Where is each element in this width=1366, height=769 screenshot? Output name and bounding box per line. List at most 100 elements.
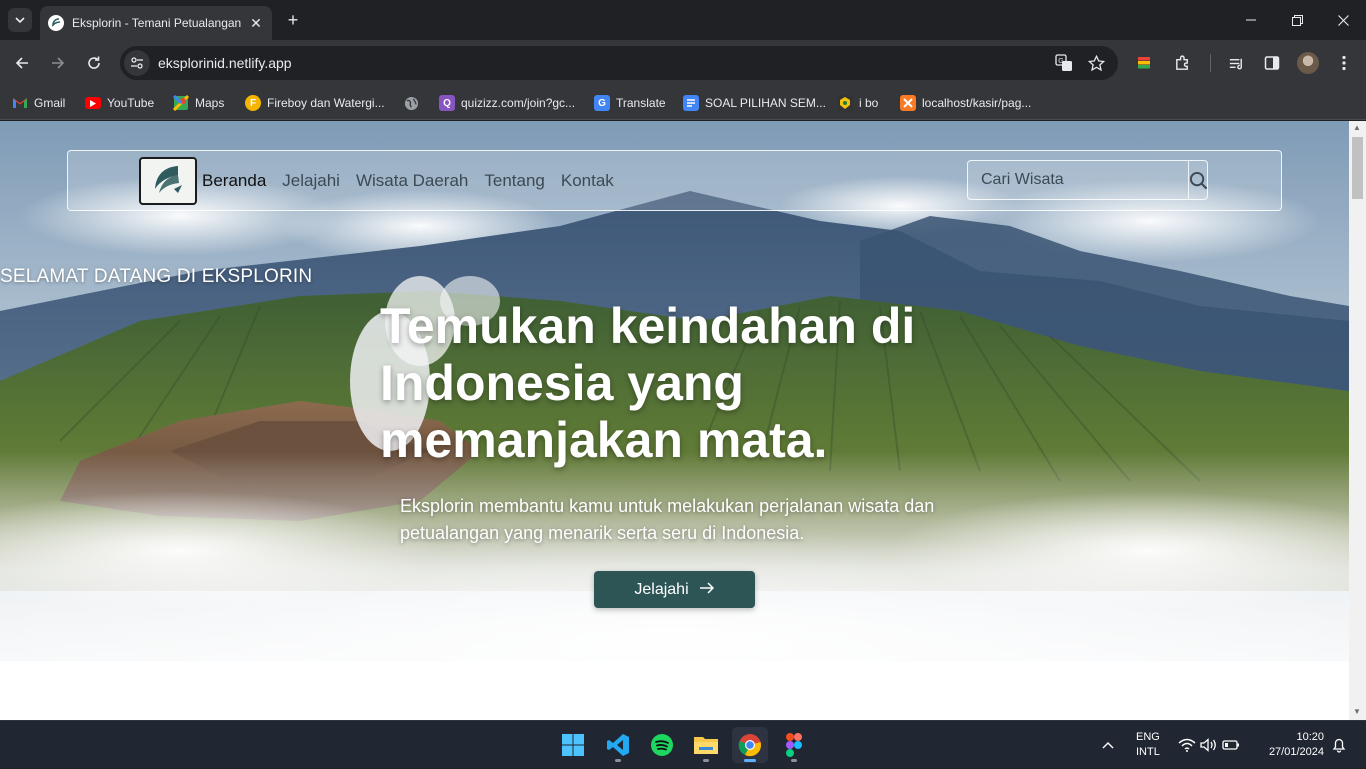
gmail-icon xyxy=(12,95,28,111)
youtube-icon xyxy=(85,97,101,109)
taskbar-vscode[interactable] xyxy=(600,727,636,763)
tray-language[interactable]: ENG INTL xyxy=(1136,721,1160,769)
page-viewport: Beranda Jelajahi Wisata Daerah Tentang K… xyxy=(0,121,1349,720)
bookmark-quizizz[interactable]: Qquizizz.com/join?gc... xyxy=(439,93,575,113)
browser-tab-active[interactable]: Eksplorin - Temani Petualangan ✕ xyxy=(40,6,272,40)
page-scrollbar[interactable]: ▲ ▼ xyxy=(1349,121,1366,720)
toolbar-divider xyxy=(1210,54,1211,72)
tray-show-hidden[interactable] xyxy=(1102,721,1114,769)
translate-page-icon[interactable]: G xyxy=(1052,51,1076,75)
windows-logo-icon xyxy=(562,734,584,756)
chrome-menu-button[interactable] xyxy=(1330,49,1358,77)
windows-start-button[interactable] xyxy=(555,727,591,763)
windows-taskbar: ENG INTL 10:20 27/01/2024 xyxy=(0,720,1366,768)
hero-kicker: SELAMAT DATANG DI EKSPLORIN xyxy=(0,266,313,287)
chevron-up-icon xyxy=(1102,742,1114,749)
tab-title: Eksplorin - Temani Petualangan xyxy=(72,16,242,30)
fireboy-icon: F xyxy=(245,95,261,111)
restore-icon xyxy=(1291,14,1303,26)
side-panel-icon[interactable] xyxy=(1258,49,1286,77)
taskbar-figma[interactable] xyxy=(776,727,812,763)
scroll-up-icon[interactable]: ▲ xyxy=(1353,123,1361,132)
bookmarks-bar: Gmail YouTube Maps F Fireboy dan Watergi.… xyxy=(0,86,1366,120)
nav-jelajahi[interactable]: Jelajahi xyxy=(282,171,340,191)
taskbar-file-explorer[interactable] xyxy=(688,727,724,763)
bookmark-localhost[interactable]: localhost/kasir/pag... xyxy=(900,93,1031,113)
extensions-puzzle-icon[interactable] xyxy=(1168,49,1196,77)
nav-wisata-daerah[interactable]: Wisata Daerah xyxy=(356,171,468,191)
url-text: eksplorinid.netlify.app xyxy=(158,55,292,71)
profile-avatar[interactable] xyxy=(1297,52,1319,74)
globe-icon xyxy=(403,95,419,111)
search-button[interactable] xyxy=(1188,161,1208,199)
eksplorin-logo[interactable] xyxy=(139,157,197,205)
docs-icon xyxy=(683,95,699,111)
taskbar-spotify[interactable] xyxy=(644,727,680,763)
vscode-icon xyxy=(607,734,629,756)
browser-toolbar: eksplorinid.netlify.app G xyxy=(0,40,1366,86)
bookmark-gmail[interactable]: Gmail xyxy=(12,93,65,113)
bookmark-maps[interactable]: Maps xyxy=(173,93,224,113)
back-button[interactable] xyxy=(8,49,36,77)
tray-network-volume-battery[interactable] xyxy=(1178,721,1240,769)
tray-clock[interactable]: 10:20 27/01/2024 xyxy=(1258,721,1324,769)
media-controls-icon[interactable] xyxy=(1222,49,1250,77)
hero-subtitle: Eksplorin membantu kamu untuk melakukan … xyxy=(400,496,935,543)
restore-window-button[interactable] xyxy=(1274,0,1320,40)
bookmark-ibo[interactable]: i bo xyxy=(837,93,878,113)
eksplorin-logo-icon xyxy=(155,166,182,193)
cta-label: Jelajahi xyxy=(634,580,689,598)
tab-search-button[interactable] xyxy=(8,8,32,32)
bookmark-soal[interactable]: SOAL PILIHAN SEM... xyxy=(683,93,826,113)
arrow-right-icon xyxy=(699,581,715,599)
battery-icon xyxy=(1222,740,1239,750)
bookmark-globe[interactable] xyxy=(403,93,425,113)
search-input[interactable] xyxy=(968,161,1188,199)
site-info-icon[interactable] xyxy=(124,50,150,76)
tray-notifications[interactable] xyxy=(1332,721,1346,769)
site-navbar: Beranda Jelajahi Wisata Daerah Tentang K… xyxy=(67,150,1282,211)
quizizz-icon: Q xyxy=(439,95,455,111)
browser-tab-strip: Eksplorin - Temani Petualangan ✕ + xyxy=(0,0,1366,40)
eksplorin-favicon-icon xyxy=(48,15,64,31)
wifi-icon xyxy=(1178,738,1196,752)
address-bar[interactable]: eksplorinid.netlify.app G xyxy=(120,46,1118,80)
forward-button[interactable] xyxy=(44,49,72,77)
search-box xyxy=(967,160,1208,200)
explore-cta-button[interactable]: Jelajahi xyxy=(594,571,755,608)
new-tab-button[interactable]: + xyxy=(282,8,304,32)
maps-icon xyxy=(173,95,189,111)
scrollbar-thumb[interactable] xyxy=(1352,137,1363,199)
taskbar-chrome[interactable] xyxy=(732,727,768,763)
volume-icon xyxy=(1200,738,1216,752)
folder-icon xyxy=(694,737,718,754)
close-icon xyxy=(1337,14,1349,26)
bookmark-youtube[interactable]: YouTube xyxy=(85,93,154,113)
xampp-icon xyxy=(900,95,916,111)
ibo-icon xyxy=(837,95,853,111)
nav-kontak[interactable]: Kontak xyxy=(561,171,614,191)
bookmark-star-icon[interactable] xyxy=(1084,51,1108,75)
svg-text:G: G xyxy=(1058,58,1063,65)
minimize-window-button[interactable] xyxy=(1228,0,1274,40)
figma-icon xyxy=(786,733,802,757)
nav-beranda[interactable]: Beranda xyxy=(202,171,266,191)
close-tab-icon[interactable]: ✕ xyxy=(248,15,264,32)
hero-title: Temukan keindahan di Indonesia yang mema… xyxy=(380,298,916,468)
nav-links: Beranda Jelajahi Wisata Daerah Tentang K… xyxy=(202,151,630,210)
nav-tentang[interactable]: Tentang xyxy=(484,171,545,191)
bookmark-translate[interactable]: G Translate xyxy=(594,93,666,113)
extension-colorful-icon[interactable] xyxy=(1130,49,1158,77)
reload-icon xyxy=(88,56,100,69)
chrome-icon xyxy=(738,734,761,757)
reload-button[interactable] xyxy=(80,49,108,77)
more-vertical-icon xyxy=(1342,55,1346,71)
chevron-down-icon xyxy=(15,17,25,24)
scroll-down-icon[interactable]: ▼ xyxy=(1353,707,1361,716)
minimize-icon xyxy=(1246,19,1256,21)
bookmark-fireboy[interactable]: F Fireboy dan Watergi... xyxy=(245,93,385,113)
close-window-button[interactable] xyxy=(1320,0,1366,40)
translate-icon: G xyxy=(594,95,610,111)
search-icon xyxy=(1189,171,1208,189)
arrow-right-icon xyxy=(52,57,65,69)
